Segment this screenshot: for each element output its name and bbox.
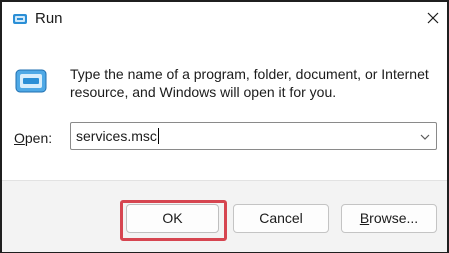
close-button[interactable]: [422, 7, 444, 29]
open-label-text: pen:: [24, 130, 53, 146]
open-input[interactable]: services.msc: [76, 128, 159, 144]
window-title: Run: [35, 10, 63, 27]
cancel-button[interactable]: Cancel: [233, 204, 329, 233]
browse-button[interactable]: Browse...: [341, 204, 437, 233]
open-combobox[interactable]: services.msc: [70, 122, 437, 150]
ok-button[interactable]: OK: [126, 204, 219, 233]
open-label-accelerator: O: [14, 130, 25, 146]
run-app-icon: [12, 11, 28, 27]
open-input-value: services.msc: [76, 128, 157, 144]
browse-label: rowse...: [369, 210, 419, 226]
run-program-icon: [14, 66, 48, 96]
browse-accelerator: B: [359, 210, 370, 226]
close-icon: [427, 12, 439, 24]
button-bar: OK Cancel Browse...: [2, 180, 447, 252]
title-bar: Run: [2, 2, 447, 36]
text-caret: [157, 128, 159, 144]
dropdown-button[interactable]: [419, 130, 431, 142]
run-dialog: Run Type the name of a program, folder, …: [0, 0, 449, 253]
open-label: Open:: [14, 130, 52, 146]
dialog-description: Type the name of a program, folder, docu…: [70, 66, 429, 100]
chevron-down-icon: [420, 134, 430, 140]
